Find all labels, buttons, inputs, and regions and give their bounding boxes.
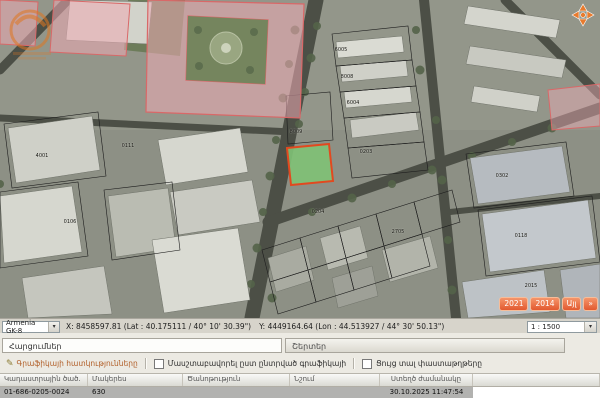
map-year-button-2021[interactable]: 2021 [499, 297, 528, 311]
header-note: Ծանոթություն [183, 374, 290, 386]
cell-cadastral-code: 01-686-0205-0024 [0, 387, 88, 398]
map-year-button-Այլ[interactable]: Այլ [562, 297, 582, 311]
show-documents-checkbox[interactable] [362, 359, 372, 369]
map-viewport[interactable]: 8009600580086004020302042705030201180111… [0, 0, 600, 318]
status-bar: Armenia GK-8 ▾ X: 8458597.81 (Lat : 40.1… [0, 318, 600, 334]
show-documents-label: Ցույց տալ փաստաթղթերը [376, 359, 482, 368]
cell-mark [290, 387, 380, 398]
header-mark: Նշում [290, 374, 380, 386]
selected-parcel[interactable] [287, 144, 333, 185]
coordinate-x: X: 8458597.81 (Lat : 40.175111 / 40° 10'… [66, 322, 251, 331]
year-buttons: 20212014Այլ» [499, 297, 598, 311]
map-year-button-»[interactable]: » [583, 297, 598, 311]
results-table: Կադաստրային ծած. Մակերես Ծանոթություն Նշ… [0, 373, 600, 400]
header-created: Ստեղծ ժամանակը [380, 374, 473, 386]
cell-area: 630 [88, 387, 183, 398]
panel-tabs: Հարցումներ Շերտեր [2, 338, 565, 353]
table-row[interactable]: 01-686-0205-0024 630 30.10.2025 11:47:54 [0, 387, 473, 398]
cadastre-map-app: 8009600580086004020302042705030201180111… [0, 0, 600, 400]
table-header-row: Կադաստրային ծած. Մակերես Ծանոթություն Նշ… [0, 373, 600, 387]
tab-layers[interactable]: Շերտեր [285, 338, 565, 353]
cell-note [183, 387, 290, 398]
chevron-down-icon: ▾ [48, 322, 59, 332]
scale-to-graphic-checkbox[interactable] [154, 359, 164, 369]
graphics-properties-link[interactable]: Գրաֆիկայի հատկությունները [17, 359, 138, 368]
bottom-panel: Հարցումներ Շերտեր ✎ Գրաֆիկայի հատկությու… [0, 333, 600, 400]
coordinate-y: Y: 4449164.64 (Lon : 44.513927 / 44° 30'… [259, 322, 444, 331]
tab-queries[interactable]: Հարցումներ [2, 338, 282, 353]
scale-value: 1 : 1500 [531, 323, 560, 331]
cell-created: 30.10.2025 11:47:54 [380, 387, 473, 398]
separator [353, 358, 355, 369]
satellite-map [0, 0, 600, 318]
map-year-button-2014[interactable]: 2014 [530, 297, 559, 311]
header-area: Մակերես [88, 374, 183, 386]
header-empty [473, 374, 600, 386]
header-cadastral-code: Կադաստրային ծած. [0, 374, 88, 386]
scale-select[interactable]: 1 : 1500 ▾ [527, 321, 597, 333]
table-body: 01-686-0205-0024 630 30.10.2025 11:47:54 [0, 387, 600, 400]
separator [145, 358, 147, 369]
pencil-icon: ✎ [6, 359, 14, 369]
chevron-down-icon: ▾ [584, 322, 596, 332]
cursor-coordinates: X: 8458597.81 (Lat : 40.175111 / 40° 10'… [66, 322, 452, 331]
projection-select[interactable]: Armenia GK-8 ▾ [2, 321, 60, 333]
panel-toolbar: ✎ Գրաֆիկայի հատկությունները Մասշտաբավորե… [0, 356, 600, 371]
scale-to-graphic-label: Մասշտաբավորել ըստ ընտրված գրաֆիկայի [168, 359, 346, 368]
